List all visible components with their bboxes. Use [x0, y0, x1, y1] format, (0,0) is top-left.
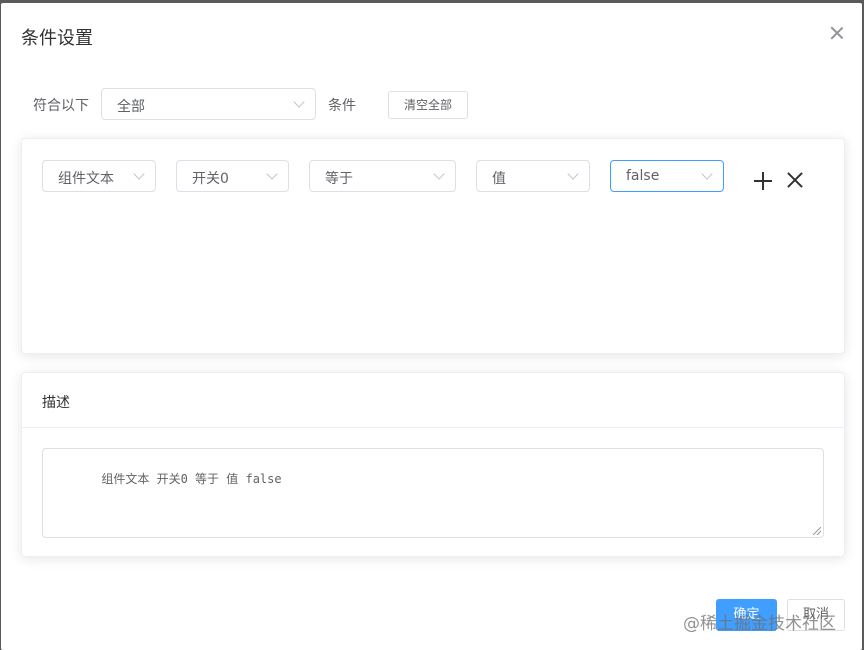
description-textarea[interactable]: 组件文本 开关0 等于 值 false: [42, 448, 824, 538]
cancel-button[interactable]: 取消: [787, 599, 845, 631]
value-type-select[interactable]: 值: [476, 160, 590, 192]
component-value: 组件文本: [58, 171, 114, 187]
value-value: false: [626, 168, 660, 184]
plus-icon[interactable]: [754, 172, 772, 190]
match-mode-select[interactable]: 全部: [101, 88, 316, 120]
description-title: 描述: [42, 395, 70, 411]
close-icon[interactable]: [829, 25, 845, 41]
match-suffix-label: 条件: [328, 98, 356, 114]
clear-all-button[interactable]: 清空全部: [388, 91, 468, 119]
remove-icon[interactable]: [787, 171, 803, 189]
description-header: 描述: [22, 373, 844, 428]
chevron-down-icon: [133, 168, 145, 180]
description-text: 组件文本 开关0 等于 值 false: [101, 472, 282, 486]
chevron-down-icon: [701, 168, 713, 180]
chevron-down-icon: [266, 168, 278, 180]
chevron-down-icon: [567, 168, 579, 180]
chevron-down-icon: [293, 96, 305, 108]
match-prefix-label: 符合以下: [33, 98, 89, 114]
resize-handle-icon[interactable]: [813, 527, 821, 535]
value-select[interactable]: false: [610, 160, 724, 192]
field-value: 开关0: [192, 171, 229, 187]
confirm-button[interactable]: 确定: [716, 599, 777, 631]
operator-value: 等于: [325, 171, 353, 187]
value-type-value: 值: [492, 171, 506, 187]
field-select[interactable]: 开关0: [176, 160, 289, 192]
chevron-down-icon: [433, 168, 445, 180]
operator-select[interactable]: 等于: [309, 160, 456, 192]
description-card: 描述 组件文本 开关0 等于 值 false: [21, 372, 845, 557]
component-select[interactable]: 组件文本: [42, 160, 156, 192]
condition-dialog: 条件设置 符合以下 全部 条件 清空全部 组件文本 开关0 等于 值 false…: [1, 3, 862, 650]
match-mode-value: 全部: [117, 99, 145, 115]
dialog-title: 条件设置: [21, 28, 93, 49]
